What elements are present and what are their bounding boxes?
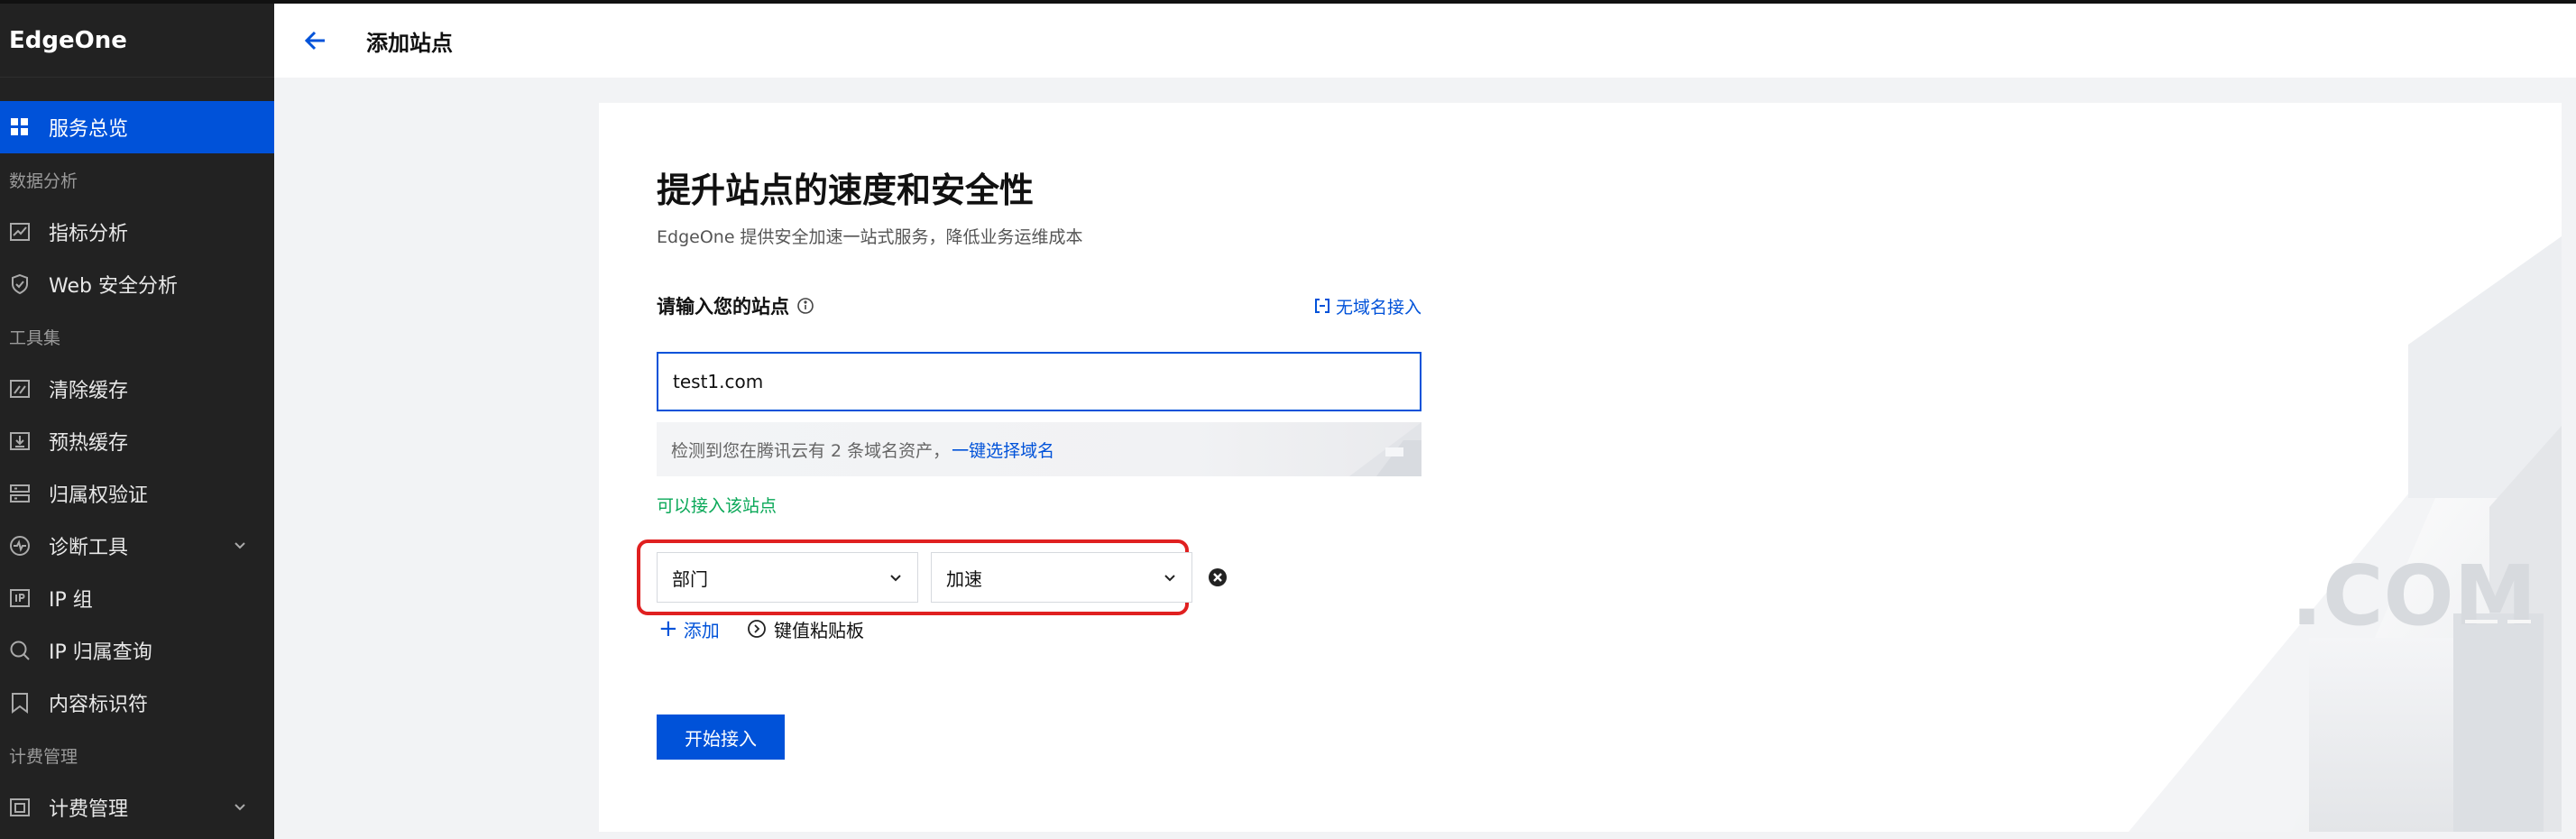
site-label-row: 请输入您的站点 无域名接入	[657, 292, 1421, 319]
server-icon	[9, 483, 31, 504]
sidebar-item-prefetch[interactable]: 预热缓存	[0, 415, 274, 467]
sidebar-item-content-id[interactable]: 内容标识符	[0, 677, 274, 729]
decorative-illustration: .COM	[2129, 236, 2562, 832]
paste-board-button[interactable]: 键值粘贴板	[747, 615, 864, 642]
detect-notice: 检测到您在腾讯云有 2 条域名资产， 一键选择域名	[657, 422, 1421, 476]
sidebar-item-ip-group[interactable]: IP 组	[0, 572, 274, 624]
chevron-down-icon	[235, 804, 245, 811]
link-icon	[1314, 299, 1329, 313]
sidebar-item-purge[interactable]: 清除缓存	[0, 363, 274, 415]
back-button[interactable]	[298, 23, 334, 59]
sidebar-item-label: 清除缓存	[49, 380, 129, 402]
brand-logo: EdgeOne	[0, 4, 274, 78]
bookmark-icon	[9, 692, 31, 714]
add-label: 添加	[683, 619, 720, 641]
plus-icon: +	[658, 615, 678, 642]
chevron-down-icon	[1164, 575, 1175, 582]
sidebar-item-label: 计费管理	[49, 798, 129, 821]
page-title: 添加站点	[366, 30, 453, 56]
main-card: .COM 提升站点的速度和安全性 EdgeOne 提供安全加速一站式服务，降低业…	[599, 103, 2562, 832]
arrow-left-icon	[304, 31, 325, 51]
detect-text: 检测到您在腾讯云有 2 条域名资产，	[671, 440, 951, 461]
start-button[interactable]: 开始接入	[657, 715, 785, 760]
remove-tag-button[interactable]	[1207, 567, 1228, 588]
page-header: 添加站点	[274, 4, 2576, 78]
paste-label: 键值粘贴板	[774, 619, 864, 641]
sidebar-item-label: 服务总览	[49, 118, 129, 141]
shield-icon	[9, 273, 31, 295]
info-icon[interactable]	[796, 297, 814, 315]
sidebar-item-label: 归属权验证	[49, 484, 149, 507]
detect-deco	[1349, 422, 1421, 476]
tag-key-value: 部门	[672, 567, 708, 590]
select-domain-link[interactable]: 一键选择域名	[952, 438, 1054, 462]
sidebar: EdgeOne 服务总览 数据分析 指标分析 Web 安全分析 工具集 清除缓存…	[0, 4, 274, 839]
sidebar-item-label: 预热缓存	[49, 432, 129, 455]
tag-value-value: 加速	[946, 567, 982, 590]
group-title-billing: 计费管理	[9, 746, 78, 767]
download-icon	[9, 430, 31, 452]
sidebar-item-label: 指标分析	[49, 223, 129, 245]
sidebar-item-ip-lookup[interactable]: IP 归属查询	[0, 624, 274, 677]
arrow-circle-icon	[748, 620, 766, 638]
sidebar-item-label: IP 组	[49, 589, 93, 612]
group-title-tools: 工具集	[9, 327, 61, 348]
site-input[interactable]	[657, 352, 1421, 411]
no-domain-label: 无域名接入	[1335, 297, 1421, 318]
purge-icon	[9, 378, 31, 400]
grid-icon	[9, 116, 31, 138]
group-title-data: 数据分析	[9, 171, 78, 191]
sidebar-item-label: IP 归属查询	[49, 641, 152, 664]
site-label: 请输入您的站点	[657, 296, 789, 318]
sidebar-item-label: 诊断工具	[49, 537, 129, 559]
sidebar-item-metrics[interactable]: 指标分析	[0, 206, 274, 258]
search-icon	[9, 640, 31, 661]
deco-text: .COM	[2291, 548, 2536, 644]
sidebar-item-overview[interactable]: 服务总览	[0, 101, 274, 153]
ip-icon	[9, 587, 31, 609]
chevron-down-icon	[235, 542, 245, 549]
sidebar-item-label: 内容标识符	[49, 694, 149, 716]
add-tag-button[interactable]: + 添加	[658, 615, 720, 642]
billing-icon	[9, 797, 31, 818]
tag-value-select[interactable]: 加速	[931, 552, 1192, 603]
chevron-down-icon	[890, 575, 901, 582]
status-ok-text: 可以接入该站点	[657, 496, 777, 516]
sidebar-item-billing[interactable]: 计费管理	[0, 781, 274, 834]
tag-key-select[interactable]: 部门	[657, 552, 918, 603]
sidebar-item-ownership[interactable]: 归属权验证	[0, 467, 274, 520]
chart-icon	[9, 221, 31, 243]
sidebar-item-diagnose[interactable]: 诊断工具	[0, 520, 274, 572]
sidebar-item-label: Web 安全分析	[49, 275, 178, 298]
sub-heading: EdgeOne 提供安全加速一站式服务，降低业务运维成本	[657, 227, 1083, 247]
sidebar-item-web-security[interactable]: Web 安全分析	[0, 258, 274, 310]
main-heading: 提升站点的速度和安全性	[657, 171, 1035, 210]
pulse-icon	[9, 535, 31, 557]
no-domain-link[interactable]: 无域名接入	[1314, 294, 1421, 318]
